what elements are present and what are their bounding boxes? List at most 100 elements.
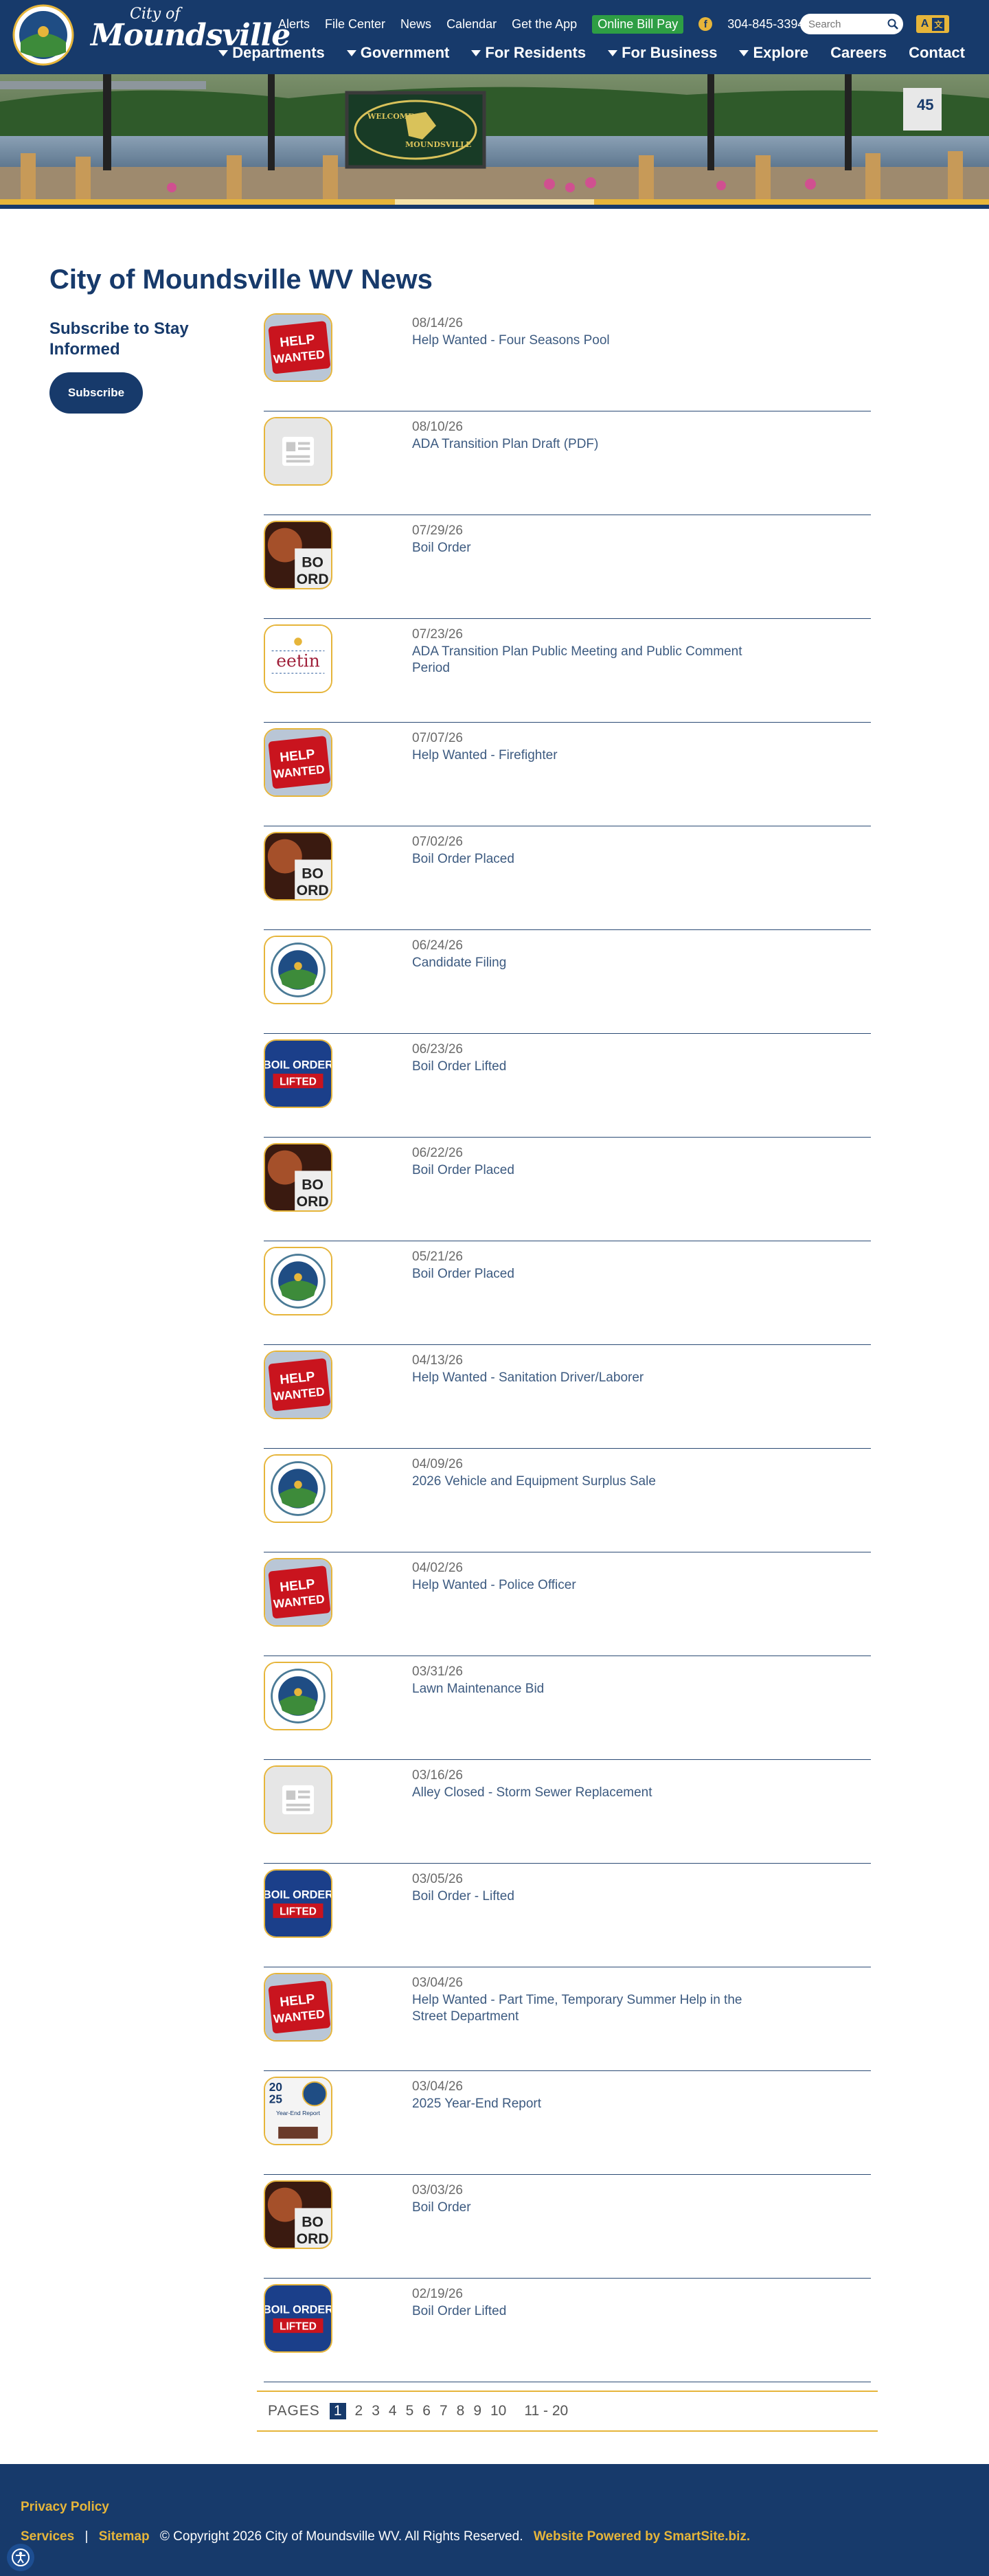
news-item[interactable]: 04/09/26 2026 Vehicle and Equipment Surpl… bbox=[264, 1449, 871, 1552]
nav-careers[interactable]: Careers bbox=[830, 44, 887, 62]
news-item[interactable]: 06/24/26 Candidate Filing bbox=[264, 930, 871, 1034]
news-thumbnail[interactable]: HELP WANTED bbox=[264, 1973, 332, 2042]
news-title-link[interactable]: Alley Closed - Storm Sewer Replacement bbox=[412, 1785, 769, 1801]
news-item[interactable]: BO ORD 07/29/26 Boil Order bbox=[264, 515, 871, 619]
nav-for-residents[interactable]: For Residents bbox=[471, 44, 586, 62]
page-link[interactable]: 7 bbox=[440, 2403, 448, 2419]
news-item[interactable]: BOIL ORDER LIFTED 03/05/26 Boil Order - Lif… bbox=[264, 1864, 871, 1967]
phone-link[interactable]: 304-845-3394 bbox=[727, 17, 804, 32]
news-item[interactable]: 20 25 Year-End Report 03/04/26 2025 Year-End… bbox=[264, 2071, 871, 2175]
news-title-link[interactable]: Help Wanted - Firefighter bbox=[412, 747, 769, 764]
news-title-link[interactable]: Boil Order Placed bbox=[412, 851, 769, 868]
news-thumbnail[interactable]: BOIL ORDER LIFTED bbox=[264, 1869, 332, 1938]
page-link[interactable]: 2 bbox=[355, 2403, 363, 2419]
subscribe-button[interactable]: Subscribe bbox=[49, 372, 143, 414]
nav-contact[interactable]: Contact bbox=[909, 44, 965, 62]
page-link[interactable]: 9 bbox=[473, 2403, 481, 2419]
accessibility-button[interactable] bbox=[7, 2544, 34, 2571]
news-item[interactable]: HELP WANTED 07/07/26 Help Wanted - Firefigh… bbox=[264, 723, 871, 826]
news-item[interactable]: BOIL ORDER LIFTED 02/19/26 Boil Order Lifte… bbox=[264, 2279, 871, 2382]
sign-moundsville: MOUNDSVILLE bbox=[405, 140, 472, 149]
news-thumbnail[interactable]: BOIL ORDER LIFTED bbox=[264, 2284, 332, 2353]
news-title-link[interactable]: Boil Order bbox=[412, 540, 769, 556]
news-item[interactable]: BO ORD 06/22/26 Boil Order Placed bbox=[264, 1138, 871, 1241]
news-item[interactable]: BO ORD 07/02/26 Boil Order Placed bbox=[264, 826, 871, 930]
news-thumbnail[interactable] bbox=[264, 936, 332, 1004]
news-thumbnail[interactable]: HELP WANTED bbox=[264, 313, 332, 382]
news-thumbnail[interactable]: HELP WANTED bbox=[264, 1558, 332, 1627]
privacy-policy-link[interactable]: Privacy Policy bbox=[21, 2500, 109, 2515]
search-button[interactable] bbox=[883, 14, 903, 34]
page-link[interactable]: 3 bbox=[372, 2403, 380, 2419]
news-title-link[interactable]: Lawn Maintenance Bid bbox=[412, 1681, 769, 1697]
news-thumbnail[interactable]: eetin bbox=[264, 624, 332, 693]
online-bill-pay-button[interactable]: Online Bill Pay bbox=[592, 14, 684, 34]
news-thumbnail[interactable]: HELP WANTED bbox=[264, 1351, 332, 1419]
facebook-icon[interactable]: f bbox=[698, 17, 713, 31]
page-link[interactable]: 6 bbox=[422, 2403, 431, 2419]
alerts-link[interactable]: Alerts bbox=[278, 17, 310, 32]
next-range-link[interactable]: 11 - 20 bbox=[524, 2403, 568, 2419]
news-item[interactable]: 03/31/26 Lawn Maintenance Bid bbox=[264, 1656, 871, 1760]
news-title-link[interactable]: ADA Transition Plan Public Meeting and P… bbox=[412, 644, 769, 677]
calendar-link[interactable]: Calendar bbox=[446, 17, 497, 32]
nav-for-business[interactable]: For Business bbox=[608, 44, 717, 62]
news-thumbnail[interactable]: 20 25 Year-End Report bbox=[264, 2077, 332, 2145]
news-title-link[interactable]: Help Wanted - Four Seasons Pool bbox=[412, 332, 769, 349]
news-title-link[interactable]: Boil Order Placed bbox=[412, 1162, 769, 1179]
news-thumbnail[interactable]: BO ORD bbox=[264, 832, 332, 901]
page-current[interactable]: 1 bbox=[329, 2403, 346, 2419]
news-item[interactable]: BOIL ORDER LIFTED 06/23/26 Boil Order Lifte… bbox=[264, 1034, 871, 1138]
news-thumbnail[interactable]: HELP WANTED bbox=[264, 728, 332, 797]
news-item[interactable]: 03/16/26 Alley Closed - Storm Sewer Repla… bbox=[264, 1760, 871, 1864]
news-thumbnail[interactable] bbox=[264, 1662, 332, 1730]
news-link[interactable]: News bbox=[400, 17, 431, 32]
page-link[interactable]: 10 bbox=[490, 2403, 506, 2419]
news-title-link[interactable]: Boil Order Placed bbox=[412, 1266, 769, 1283]
news-thumbnail[interactable] bbox=[264, 417, 332, 486]
smartsite-link[interactable]: Website Powered by SmartSite.biz. bbox=[534, 2529, 750, 2544]
file-center-link[interactable]: File Center bbox=[325, 17, 385, 32]
news-thumbnail[interactable]: BO ORD bbox=[264, 521, 332, 589]
news-thumbnail[interactable] bbox=[264, 1247, 332, 1315]
news-thumbnail[interactable] bbox=[264, 1765, 332, 1834]
page-link[interactable]: 4 bbox=[389, 2403, 397, 2419]
page-link[interactable]: 8 bbox=[457, 2403, 465, 2419]
nav-explore[interactable]: Explore bbox=[739, 44, 808, 62]
news-item[interactable]: HELP WANTED 08/14/26 Help Wanted - Four Sea… bbox=[264, 308, 871, 411]
news-item[interactable]: 05/21/26 Boil Order Placed bbox=[264, 1241, 871, 1345]
city-logo[interactable]: City of Moundsville bbox=[12, 4, 291, 67]
search-input[interactable] bbox=[800, 14, 883, 34]
news-title-link[interactable]: Boil Order - Lifted bbox=[412, 1888, 769, 1905]
hero-banner: WELCOME MOUNDSVILLE 45 bbox=[0, 74, 989, 205]
news-item[interactable]: 08/10/26 ADA Transition Plan Draft (PDF) bbox=[264, 411, 871, 515]
translate-button[interactable]: A 文 bbox=[916, 15, 949, 33]
news-title-link[interactable]: Boil Order Lifted bbox=[412, 2303, 769, 2320]
sitemap-link[interactable]: Sitemap bbox=[99, 2529, 150, 2544]
news-item[interactable]: HELP WANTED 04/13/26 Help Wanted - Sanitati… bbox=[264, 1345, 871, 1449]
news-thumbnail[interactable]: BOIL ORDER LIFTED bbox=[264, 1039, 332, 1108]
get-app-link[interactable]: Get the App bbox=[512, 17, 577, 32]
news-item[interactable]: HELP WANTED 04/02/26 Help Wanted - Police O… bbox=[264, 1552, 871, 1656]
news-title-link[interactable]: 2025 Year-End Report bbox=[412, 2096, 769, 2112]
page-link[interactable]: 5 bbox=[406, 2403, 414, 2419]
news-thumbnail[interactable] bbox=[264, 1454, 332, 1523]
news-title-link[interactable]: Help Wanted - Part Time, Temporary Summe… bbox=[412, 1992, 769, 2025]
news-thumbnail[interactable]: BO ORD bbox=[264, 2180, 332, 2249]
news-title-link[interactable]: ADA Transition Plan Draft (PDF) bbox=[412, 436, 769, 453]
nav-government[interactable]: Government bbox=[346, 44, 449, 62]
news-title-link[interactable]: Help Wanted - Sanitation Driver/Laborer bbox=[412, 1370, 769, 1386]
news-item[interactable]: eetin 07/23/26 ADA Transition Plan Public … bbox=[264, 619, 871, 723]
slide-indicator[interactable] bbox=[395, 199, 594, 205]
services-link[interactable]: Services bbox=[21, 2529, 74, 2544]
nav-departments[interactable]: Departments bbox=[218, 44, 325, 62]
news-title-link[interactable]: Candidate Filing bbox=[412, 955, 769, 971]
news-item[interactable]: HELP WANTED 03/04/26 Help Wanted - Part Tim… bbox=[264, 1967, 871, 2071]
news-title-link[interactable]: 2026 Vehicle and Equipment Surplus Sale bbox=[412, 1473, 769, 1490]
news-thumbnail[interactable]: BO ORD bbox=[264, 1143, 332, 1212]
thumb-text: BOIL ORDER bbox=[265, 2303, 331, 2316]
news-item[interactable]: BO ORD 03/03/26 Boil Order bbox=[264, 2175, 871, 2279]
news-title-link[interactable]: Help Wanted - Police Officer bbox=[412, 1577, 769, 1594]
news-title-link[interactable]: Boil Order Lifted bbox=[412, 1059, 769, 1075]
news-title-link[interactable]: Boil Order bbox=[412, 2200, 769, 2216]
